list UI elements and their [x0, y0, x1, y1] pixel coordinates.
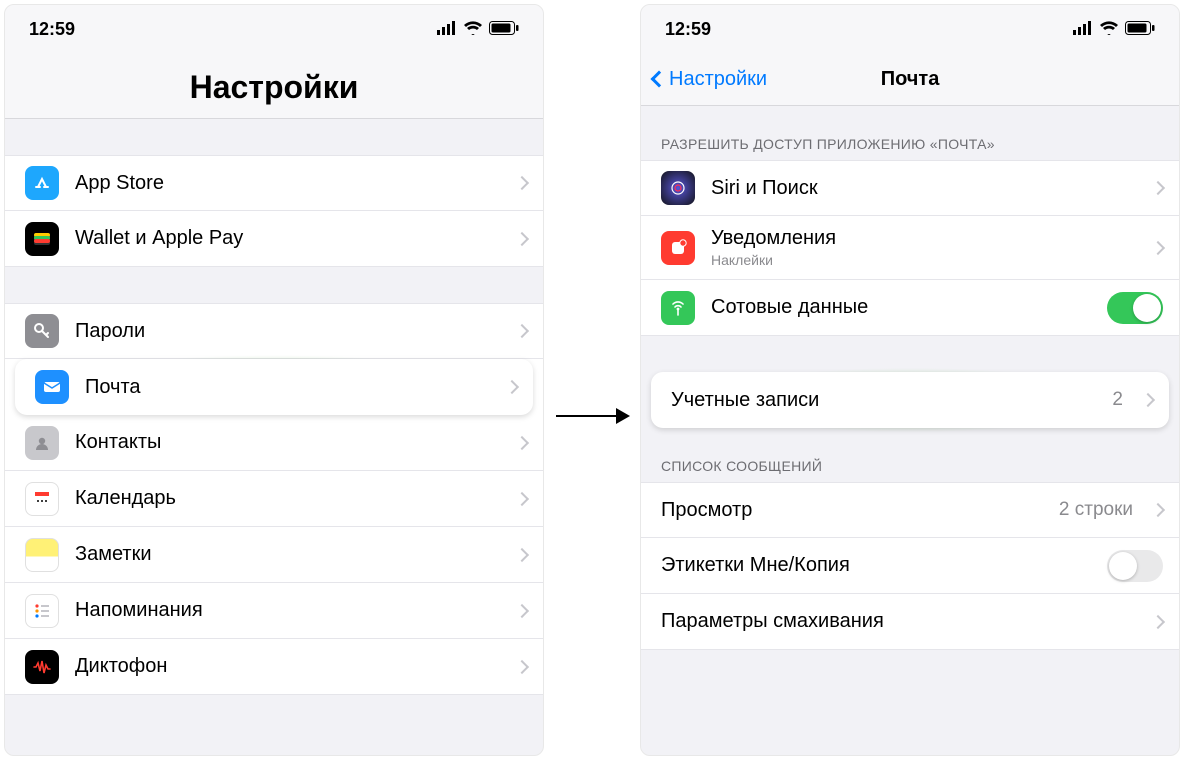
- row-label: Siri и Поиск: [711, 177, 1137, 200]
- row-mail[interactable]: Почта: [15, 359, 533, 415]
- chevron-right-icon: [515, 324, 529, 338]
- chevron-right-icon: [1141, 393, 1155, 407]
- cellular-toggle[interactable]: [1107, 292, 1163, 324]
- settings-screen: 12:59 Настройки App Store: [4, 4, 544, 756]
- status-bar: 12:59: [641, 5, 1179, 53]
- wallet-icon: [25, 222, 59, 256]
- chevron-right-icon: [1151, 181, 1165, 195]
- row-preview[interactable]: Просмотр 2 строки: [641, 482, 1179, 538]
- key-icon: [25, 314, 59, 348]
- row-subtitle: Наклейки: [711, 252, 1137, 268]
- mail-settings-screen: 12:59 Настройки Почта РАЗРЕШИТЬ ДОСТУП П…: [640, 4, 1180, 756]
- row-label: Уведомления: [711, 227, 1137, 250]
- chevron-right-icon: [1151, 614, 1165, 628]
- row-voice-memos[interactable]: Диктофон: [5, 639, 543, 695]
- battery-icon: [489, 19, 519, 40]
- row-swipe-options[interactable]: Параметры смахивания: [641, 594, 1179, 650]
- contacts-icon: [25, 426, 59, 460]
- arrow-head-icon: [616, 408, 630, 424]
- appstore-icon: [25, 166, 59, 200]
- row-label: Сотовые данные: [711, 296, 1091, 319]
- to-cc-toggle[interactable]: [1107, 550, 1163, 582]
- nav-header: Настройки Почта: [641, 53, 1179, 106]
- settings-group-1: App Store Wallet и Apple Pay: [5, 155, 543, 267]
- arrow-line: [556, 415, 616, 417]
- reminders-icon: [25, 594, 59, 628]
- status-bar: 12:59: [5, 5, 543, 53]
- chevron-right-icon: [515, 491, 529, 505]
- row-label: Диктофон: [75, 655, 501, 678]
- chevron-right-icon: [1151, 503, 1165, 517]
- voice-memos-icon: [25, 650, 59, 684]
- wifi-icon: [1099, 19, 1119, 40]
- group-spacer: [5, 267, 543, 303]
- message-list-group: Просмотр 2 строки Этикетки Мне/Копия Пар…: [641, 482, 1179, 650]
- row-label: Этикетки Мне/Копия: [661, 554, 1091, 577]
- chevron-right-icon: [515, 547, 529, 561]
- chevron-right-icon: [515, 435, 529, 449]
- row-label: Просмотр: [661, 499, 1043, 522]
- siri-icon: [661, 171, 695, 205]
- status-icons: [1073, 19, 1155, 40]
- chevron-right-icon: [515, 231, 529, 245]
- row-app-store[interactable]: App Store: [5, 155, 543, 211]
- row-label: App Store: [75, 172, 501, 195]
- row-label: Пароли: [75, 320, 501, 343]
- row-wallet[interactable]: Wallet и Apple Pay: [5, 211, 543, 267]
- highlight-accounts: Учетные записи 2: [641, 372, 1179, 428]
- clock: 12:59: [665, 19, 711, 40]
- row-label: Параметры смахивания: [661, 610, 1137, 633]
- status-icons: [437, 19, 519, 40]
- chevron-left-icon: [651, 71, 668, 88]
- row-label: Напоминания: [75, 599, 501, 622]
- page-title: Настройки: [5, 53, 543, 118]
- notifications-icon: [661, 231, 695, 265]
- row-accounts[interactable]: Учетные записи 2: [651, 372, 1169, 428]
- accounts-count: 2: [1112, 389, 1123, 411]
- back-button[interactable]: Настройки: [653, 68, 767, 91]
- preview-value: 2 строки: [1059, 499, 1133, 521]
- cellular-icon: [1073, 19, 1093, 40]
- row-contacts[interactable]: Контакты: [5, 415, 543, 471]
- section-header-access: РАЗРЕШИТЬ ДОСТУП ПРИЛОЖЕНИЮ «ПОЧТА»: [641, 106, 1179, 160]
- group-spacer: [5, 119, 543, 155]
- row-label: Учетные записи: [671, 389, 1096, 412]
- antenna-icon: [661, 291, 695, 325]
- row-calendar[interactable]: Календарь: [5, 471, 543, 527]
- row-label: Календарь: [75, 487, 501, 510]
- row-label: Контакты: [75, 431, 501, 454]
- row-label: Wallet и Apple Pay: [75, 227, 501, 250]
- access-group: Siri и Поиск Уведомления Наклейки Сотовы…: [641, 160, 1179, 336]
- back-label: Настройки: [669, 68, 767, 91]
- row-siri[interactable]: Siri и Поиск: [641, 160, 1179, 216]
- chevron-right-icon: [1151, 240, 1165, 254]
- notes-icon: [25, 538, 59, 572]
- row-notifications[interactable]: Уведомления Наклейки: [641, 216, 1179, 280]
- row-cellular-data[interactable]: Сотовые данные: [641, 280, 1179, 336]
- row-to-cc-labels[interactable]: Этикетки Мне/Копия: [641, 538, 1179, 594]
- calendar-icon: [25, 482, 59, 516]
- nav-header: Настройки: [5, 53, 543, 119]
- cellular-icon: [437, 19, 457, 40]
- chevron-right-icon: [515, 176, 529, 190]
- mail-icon: [35, 370, 69, 404]
- chevron-right-icon: [515, 603, 529, 617]
- row-label: Заметки: [75, 543, 501, 566]
- wifi-icon: [463, 19, 483, 40]
- row-label: Почта: [85, 376, 491, 399]
- chevron-right-icon: [505, 380, 519, 394]
- row-reminders[interactable]: Напоминания: [5, 583, 543, 639]
- row-notes[interactable]: Заметки: [5, 527, 543, 583]
- clock: 12:59: [29, 19, 75, 40]
- flow-arrow: [556, 408, 630, 424]
- chevron-right-icon: [515, 659, 529, 673]
- settings-group-2: Пароли Почта Контакты Календарь: [5, 303, 543, 695]
- highlight-mail: Почта: [5, 359, 543, 415]
- battery-icon: [1125, 19, 1155, 40]
